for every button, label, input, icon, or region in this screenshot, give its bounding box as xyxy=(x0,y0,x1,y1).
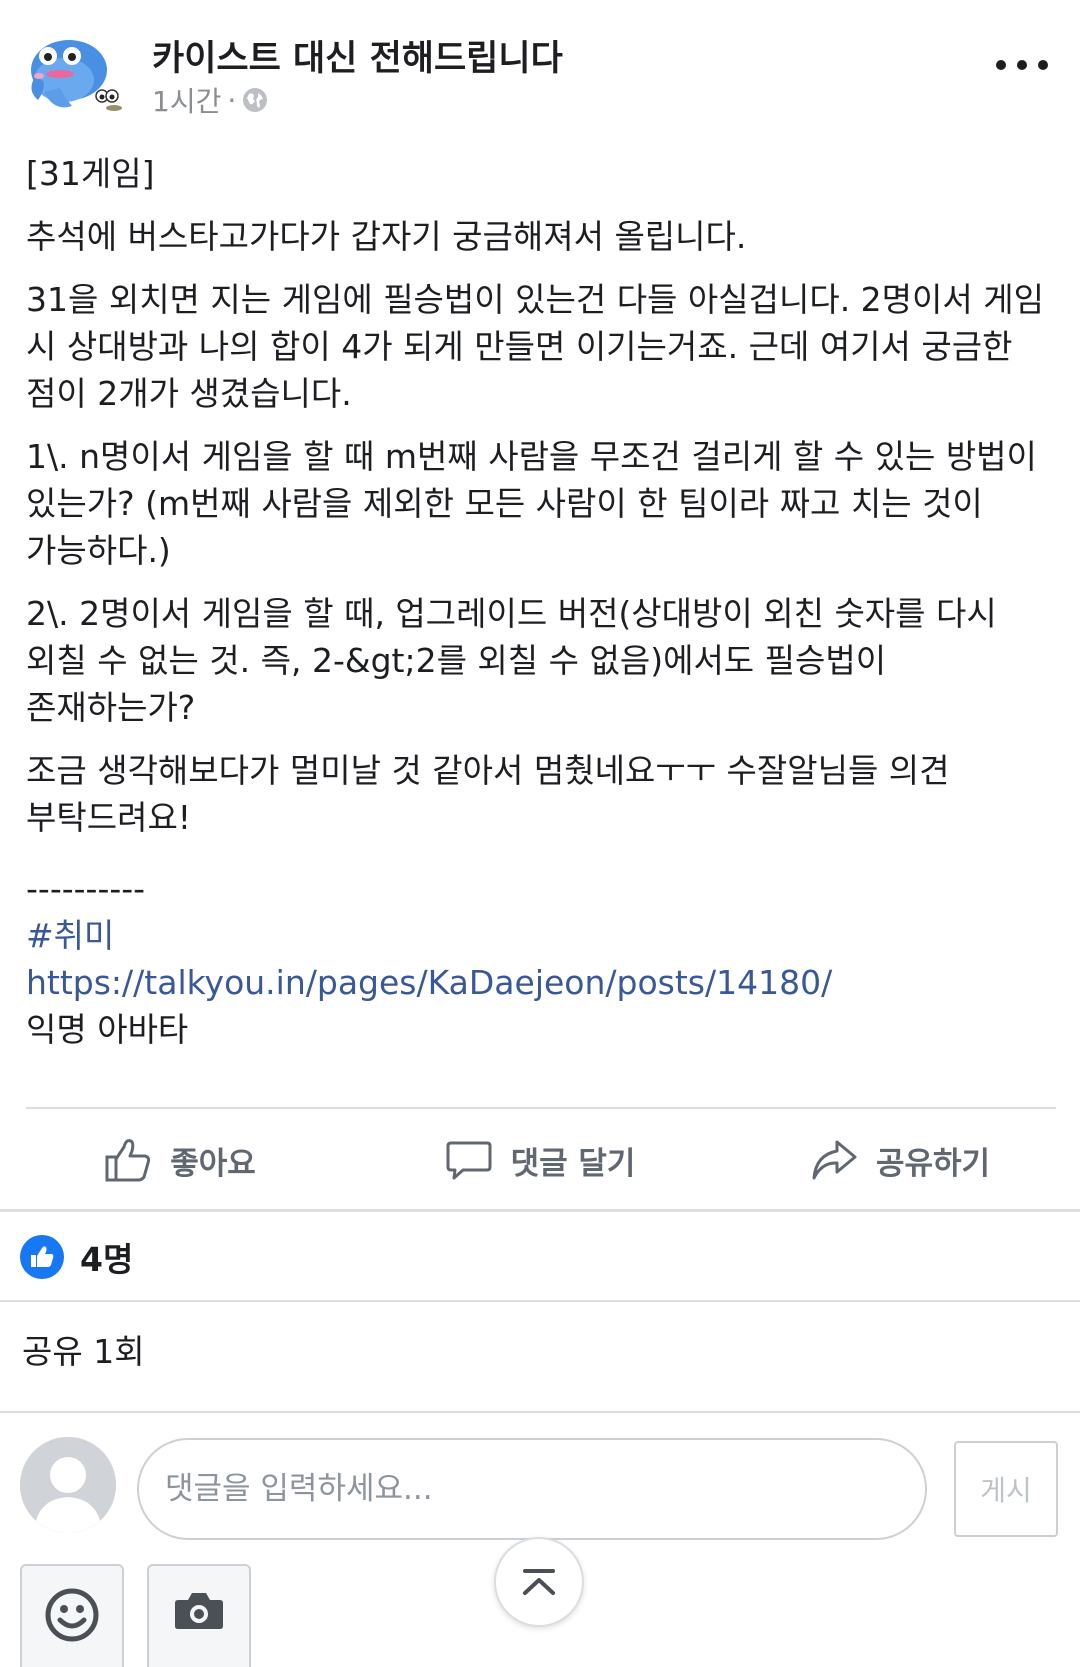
post-time[interactable]: 1시간 xyxy=(152,80,221,120)
sticker-button[interactable] xyxy=(20,1564,124,1667)
camera-icon xyxy=(175,1593,223,1629)
like-reaction-icon xyxy=(20,1235,64,1279)
comment-input[interactable] xyxy=(137,1438,927,1540)
meta-separator: · xyxy=(227,83,237,117)
post-separator: ---------- xyxy=(26,869,146,908)
share-count[interactable]: 공유 1회 xyxy=(22,1325,145,1373)
chevron-up-icon xyxy=(523,1569,555,1595)
section-divider xyxy=(0,1411,1080,1413)
action-bar: 좋아요 댓글 달기 공유하기 xyxy=(0,1110,1080,1210)
source-link[interactable]: https://talkyou.in/pages/KaDaejeon/posts… xyxy=(26,959,1056,1006)
like-button[interactable]: 좋아요 xyxy=(0,1110,360,1210)
section-divider xyxy=(0,1209,1080,1212)
post-paragraph: 2\. 2명이서 게임을 할 때, 업그레이드 버전(상대방이 외친 숫자를 다… xyxy=(26,594,1008,727)
page-title[interactable]: 카이스트 대신 전해드립니다 xyxy=(152,30,563,81)
more-dots-icon xyxy=(996,60,1006,70)
post-meta: 1시간 · xyxy=(152,80,268,120)
comment-bubble-icon xyxy=(446,1141,492,1180)
hashtag-link[interactable]: #취미 xyxy=(26,912,1056,959)
reaction-count: 4명 xyxy=(80,1240,134,1279)
smiley-icon xyxy=(45,1588,99,1642)
share-button[interactable]: 공유하기 xyxy=(720,1110,1080,1210)
comment-label: 댓글 달기 xyxy=(510,1145,636,1182)
user-avatar xyxy=(20,1437,116,1533)
more-options-button[interactable] xyxy=(996,50,1048,80)
share-arrow-icon xyxy=(812,1140,857,1180)
globe-icon xyxy=(243,88,268,112)
post-paragraph: [31게임] xyxy=(26,154,155,193)
like-label: 좋아요 xyxy=(170,1145,256,1182)
post-page: 카이스트 대신 전해드립니다 1시간 · [31게임] 추석에 버스타고가다가 … xyxy=(0,0,1080,1667)
default-user-icon xyxy=(20,1437,116,1533)
post-comment-button[interactable]: 게시 xyxy=(954,1441,1058,1537)
post-paragraph: 조금 생각해보다가 멀미날 것 같아서 멈췄네요ㅜㅜ 수잘알님들 의견 부탁드려… xyxy=(26,751,961,837)
more-dot xyxy=(1017,60,1027,70)
more-dot xyxy=(1038,60,1048,70)
post-paragraph: 1\. n명이서 게임을 할 때 m번째 사람을 무조건 걸리게 할 수 있는 … xyxy=(26,437,1048,570)
post-body: [31게임] 추석에 버스타고가다가 갑자기 궁금해져서 올립니다. 31을 외… xyxy=(26,150,1056,1053)
photo-button[interactable] xyxy=(147,1564,251,1667)
post-paragraph: 추석에 버스타고가다가 갑자기 궁금해져서 올립니다. xyxy=(26,217,747,256)
post-author: 익명 아바타 xyxy=(26,1010,189,1049)
post-paragraph: 31을 외치면 지는 게임에 필승법이 있는건 다들 아실겁니다. 2명이서 게… xyxy=(26,280,1055,413)
scroll-to-top-button[interactable] xyxy=(494,1537,584,1627)
section-divider xyxy=(0,1300,1080,1302)
reactions-summary[interactable]: 4명 xyxy=(20,1232,133,1282)
page-avatar[interactable] xyxy=(24,30,124,120)
thumbs-up-icon xyxy=(105,1139,151,1182)
mascot-logo-icon xyxy=(31,40,122,111)
divider xyxy=(26,1107,1056,1109)
share-label: 공유하기 xyxy=(875,1145,991,1182)
comment-button[interactable]: 댓글 달기 xyxy=(360,1110,720,1210)
